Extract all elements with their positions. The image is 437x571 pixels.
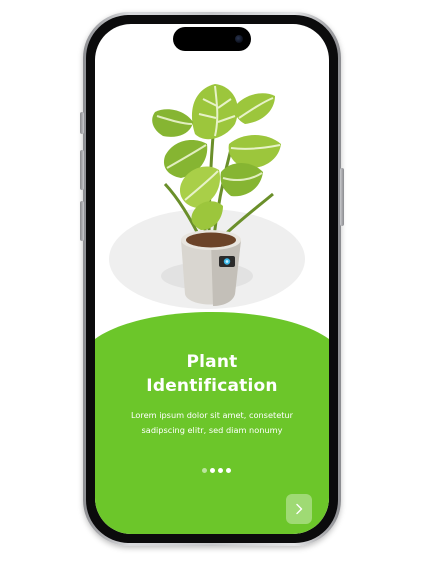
onboarding-title-line-1: Plant	[186, 352, 238, 372]
onboarding-description: Lorem ipsum dolor sit amet, consetetur s…	[115, 408, 309, 438]
onboarding-title-line-2: Identification	[146, 376, 278, 396]
screen: Plant Identification Lorem ipsum dolor s…	[95, 24, 329, 534]
action-button	[80, 112, 84, 134]
description-line-1: Lorem ipsum dolor sit amet, consetetur	[130, 410, 293, 420]
page-dot[interactable]	[210, 468, 215, 473]
page-dot[interactable]	[202, 468, 207, 473]
front-camera	[235, 35, 243, 43]
next-button[interactable]	[286, 494, 312, 524]
volume-down-button	[80, 201, 84, 241]
page-dot[interactable]	[226, 468, 231, 473]
plant-pot	[181, 230, 241, 306]
power-button	[340, 168, 344, 226]
chevron-right-icon	[296, 503, 303, 515]
dynamic-island	[173, 27, 251, 51]
volume-up-button	[80, 150, 84, 190]
plant-illustration	[109, 84, 305, 309]
page-dot[interactable]	[218, 468, 223, 473]
description-line-2: sadipscing elitr, sed diam nonumy	[141, 425, 283, 435]
page-indicator	[202, 468, 242, 474]
